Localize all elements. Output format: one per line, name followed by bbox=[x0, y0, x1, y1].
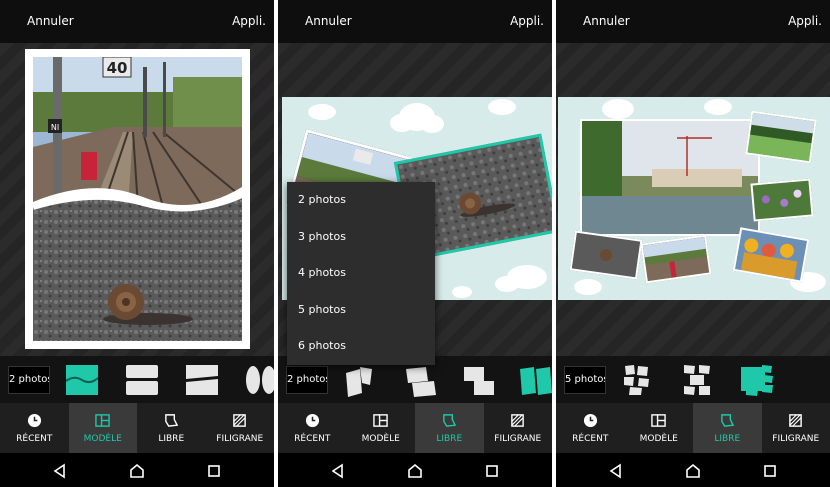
photo-count-chip[interactable]: 2 photos bbox=[8, 366, 50, 394]
collage-canvas[interactable] bbox=[556, 43, 830, 356]
system-nav-bar bbox=[278, 453, 552, 487]
layout-icon bbox=[373, 413, 389, 427]
tab-template[interactable]: MODÈLE bbox=[68, 403, 137, 453]
template-scatter-b[interactable] bbox=[682, 364, 712, 396]
template-ovals[interactable] bbox=[246, 365, 274, 395]
tab-recent[interactable]: RÉCENT bbox=[556, 403, 625, 453]
cancel-button[interactable]: Annuler bbox=[583, 14, 630, 28]
clock-icon bbox=[583, 413, 597, 427]
recents-icon[interactable] bbox=[206, 463, 222, 479]
collage-frame[interactable]: 40 NI bbox=[25, 49, 250, 349]
template-scatter-selected[interactable] bbox=[740, 364, 774, 396]
menu-item-6-photos[interactable]: 6 photos bbox=[287, 328, 435, 365]
layout-icon bbox=[651, 413, 667, 427]
freeform-icon bbox=[720, 413, 734, 427]
photo-river[interactable] bbox=[580, 119, 760, 236]
tab-watermark[interactable]: FILIGRANE bbox=[206, 403, 275, 453]
layout-icon bbox=[95, 413, 111, 427]
photo-park[interactable] bbox=[745, 110, 817, 164]
home-icon[interactable] bbox=[129, 463, 145, 479]
template-strip: 2 photos bbox=[0, 356, 274, 403]
top-bar: Annuler Appli. bbox=[278, 0, 552, 43]
menu-item-4-photos[interactable]: 4 photos bbox=[287, 255, 435, 292]
freeform-icon bbox=[164, 413, 178, 427]
tab-free[interactable]: LIBRE bbox=[415, 403, 484, 453]
tab-watermark[interactable]: FILIGRANE bbox=[762, 403, 830, 453]
cancel-button[interactable]: Annuler bbox=[27, 14, 74, 28]
photo-count-chip[interactable]: 2 photos bbox=[286, 366, 328, 394]
recents-icon[interactable] bbox=[762, 463, 778, 479]
tab-template[interactable]: MODÈLE bbox=[347, 403, 416, 453]
back-icon[interactable] bbox=[52, 463, 68, 479]
template-strip: 5 photos bbox=[556, 356, 830, 403]
tab-recent[interactable]: RÉCENT bbox=[278, 403, 347, 453]
clock-icon bbox=[305, 413, 319, 427]
recents-icon[interactable] bbox=[484, 463, 500, 479]
system-nav-bar bbox=[556, 453, 830, 487]
screen-template: Annuler Appli. 40 NI 2 photos RÉCENT MOD… bbox=[0, 0, 274, 487]
apply-button[interactable]: Appli. bbox=[788, 14, 822, 28]
bottom-tabs: RÉCENT MODÈLE LIBRE FILIGRANE bbox=[0, 403, 274, 453]
photo-snail[interactable] bbox=[33, 189, 242, 341]
screen-free-five: Annuler Appli. 5 photos RÉCENT MODÈLE LI… bbox=[556, 0, 830, 487]
template-scatter-a[interactable] bbox=[622, 364, 652, 396]
speed-sign-text: 40 bbox=[107, 59, 128, 77]
template-slanted-rows[interactable] bbox=[186, 365, 218, 395]
tab-free[interactable]: LIBRE bbox=[693, 403, 762, 453]
collage-canvas[interactable]: 40 NI bbox=[0, 43, 274, 356]
menu-item-5-photos[interactable]: 5 photos bbox=[287, 292, 435, 329]
bottom-tabs: RÉCENT MODÈLE LIBRE FILIGRANE bbox=[556, 403, 830, 453]
collage-background[interactable] bbox=[558, 97, 830, 300]
sign-letters: NI bbox=[51, 123, 59, 132]
template-free-b[interactable] bbox=[404, 365, 438, 397]
tab-recent[interactable]: RÉCENT bbox=[0, 403, 69, 453]
home-icon[interactable] bbox=[407, 463, 423, 479]
template-free-c[interactable] bbox=[462, 365, 496, 397]
freeform-icon bbox=[442, 413, 456, 427]
photo-flowers[interactable] bbox=[750, 178, 814, 222]
template-wave-selected[interactable] bbox=[65, 365, 99, 395]
top-bar: Annuler Appli. bbox=[556, 0, 830, 43]
apply-button[interactable]: Appli. bbox=[232, 14, 266, 28]
tab-free[interactable]: LIBRE bbox=[137, 403, 206, 453]
watermark-icon bbox=[789, 413, 803, 427]
template-two-rows[interactable] bbox=[126, 365, 158, 395]
home-icon[interactable] bbox=[685, 463, 701, 479]
bottom-tabs: RÉCENT MODÈLE LIBRE FILIGRANE bbox=[278, 403, 552, 453]
watermark-icon bbox=[511, 413, 525, 427]
photo-railway[interactable]: 40 NI bbox=[33, 57, 242, 207]
clock-icon bbox=[27, 413, 41, 427]
back-icon[interactable] bbox=[608, 463, 624, 479]
back-icon[interactable] bbox=[330, 463, 346, 479]
menu-item-3-photos[interactable]: 3 photos bbox=[287, 219, 435, 256]
watermark-icon bbox=[233, 413, 247, 427]
apply-button[interactable]: Appli. bbox=[510, 14, 544, 28]
cancel-button[interactable]: Annuler bbox=[305, 14, 352, 28]
system-nav-bar bbox=[0, 453, 274, 487]
tab-watermark[interactable]: FILIGRANE bbox=[484, 403, 553, 453]
menu-item-2-photos[interactable]: 2 photos bbox=[287, 182, 435, 219]
tab-template[interactable]: MODÈLE bbox=[625, 403, 694, 453]
photo-count-menu: 2 photos 3 photos 4 photos 5 photos 6 ph… bbox=[287, 182, 435, 365]
template-free-a[interactable] bbox=[342, 365, 376, 397]
template-free-selected[interactable] bbox=[518, 365, 552, 397]
photo-count-chip[interactable]: 5 photos bbox=[564, 366, 606, 394]
top-bar: Annuler Appli. bbox=[0, 0, 274, 43]
